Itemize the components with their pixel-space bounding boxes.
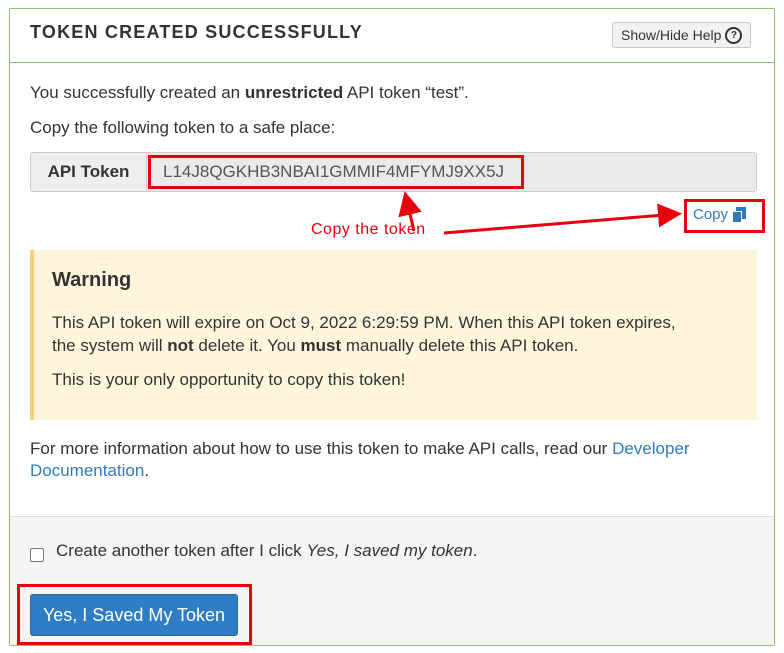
warning-line-2-part: the system will [52, 336, 168, 355]
token-highlight-box [148, 155, 524, 189]
panel-footer: Create another token after I click Yes, … [10, 516, 774, 645]
info-period: . [144, 461, 150, 480]
button-highlight-box [17, 584, 252, 645]
copy-highlight-box [684, 199, 765, 233]
arrow-to-copy [443, 203, 682, 235]
panel-header: TOKEN CREATED SUCCESSFULLY Show/Hide Hel… [10, 9, 774, 63]
checkbox-label-text: Create another token after I click [56, 541, 307, 560]
developer-documentation-link[interactable]: Documentation [30, 461, 144, 480]
warning-line-1: This API token will expire on Oct 9, 202… [52, 313, 676, 332]
help-button-label: Show/Hide Help [621, 27, 722, 43]
checkbox-label-end: . [472, 541, 478, 560]
success-message-suffix: API token “test”. [343, 83, 469, 102]
success-message: You successfully created an unrestricted… [30, 83, 469, 103]
success-message-bold: unrestricted [244, 83, 344, 102]
create-another-token-label[interactable]: Create another token after I click Yes, … [56, 541, 477, 561]
info-text: For more information about how to use th… [30, 439, 613, 458]
api-token-label: API Token [31, 153, 147, 191]
question-circle-icon: ? [725, 26, 743, 44]
warning-line-2: the system will not delete it. You must … [52, 334, 578, 357]
info-line-2: Documentation. [30, 461, 149, 481]
warning-line-2-part: delete it. You [193, 336, 301, 355]
create-another-token-checkbox[interactable] [30, 548, 44, 562]
warning-title: Warning [52, 269, 132, 291]
warning-callout: Warning This API token will expire on Oc… [30, 250, 757, 420]
copy-instruction: Copy the following token to a safe place… [30, 118, 336, 137]
token-created-panel: TOKEN CREATED SUCCESSFULLY Show/Hide Hel… [9, 8, 775, 646]
panel-title: TOKEN CREATED SUCCESSFULLY [30, 22, 363, 42]
info-line-1: For more information about how to use th… [30, 439, 690, 459]
copy-token-annotation: Copy the token [311, 221, 426, 238]
warning-not-bold: not [167, 336, 194, 355]
warning-line-3: This is your only opportunity to copy th… [52, 370, 406, 389]
success-message-prefix: You successfully created an [30, 83, 245, 102]
developer-documentation-link[interactable]: Developer [612, 439, 690, 458]
show-hide-help-button[interactable]: Show/Hide Help ? [612, 22, 752, 48]
warning-must-bold: must [300, 336, 342, 355]
checkbox-label-italic: Yes, I saved my token [306, 541, 473, 560]
warning-line-2-part: manually delete this API token. [341, 336, 579, 355]
